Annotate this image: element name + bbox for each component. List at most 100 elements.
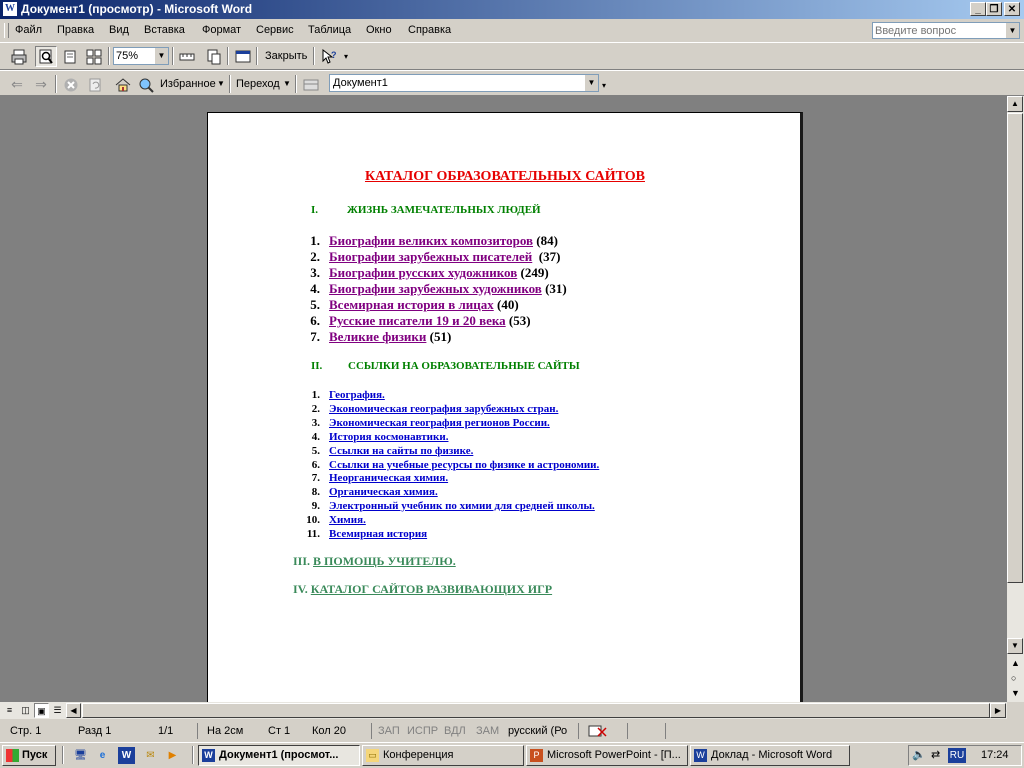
view-ruler-button[interactable] — [176, 46, 198, 67]
status-overtype[interactable]: ЗАМ — [476, 725, 499, 737]
zoom-select[interactable]: 75% ▼ — [113, 47, 169, 65]
context-help-button[interactable]: ? — [318, 46, 340, 67]
internet-explorer-icon[interactable]: e — [94, 747, 111, 764]
link-chemistry-textbook[interactable]: Электронный учебник по химии для средней… — [329, 500, 595, 512]
menu-format[interactable]: Формат — [202, 24, 241, 36]
status-track-changes[interactable]: ИСПР — [407, 725, 438, 737]
scroll-down-arrow-icon[interactable]: ▼ — [1007, 638, 1023, 654]
link-teacher-help[interactable]: В ПОМОЩЬ УЧИТЕЛЮ. — [313, 554, 456, 568]
document-page[interactable]: КАТАЛОГ ОБРАЗОВАТЕЛЬНЫХ САЙТОВ I. ЖИЗНЬ … — [207, 112, 803, 702]
vertical-scrollbar[interactable]: ▲ ▼ ▲ ○ ▼ — [1007, 96, 1024, 702]
help-question-input[interactable] — [875, 23, 1003, 38]
outline-view-icon[interactable]: ☰ — [50, 703, 65, 718]
language-indicator[interactable]: RU — [948, 748, 966, 763]
web-layout-view-icon[interactable]: ◫ — [18, 703, 33, 718]
full-screen-button[interactable] — [232, 46, 254, 67]
link-games-catalog[interactable]: КАТАЛОГ САЙТОВ РАЗВИВАЮЩИХ ИГР — [311, 582, 552, 596]
horizontal-scrollbar[interactable]: ≡ ◫ ▣ ☰ ◀ ▶ — [0, 702, 1007, 719]
restore-button[interactable]: ❐ — [986, 2, 1002, 16]
link-physics-sites[interactable]: Ссылки на сайты по физике. — [329, 445, 473, 457]
menu-view[interactable]: Вид — [109, 24, 129, 36]
next-page-icon[interactable]: ▼ — [1011, 688, 1020, 698]
network-icon[interactable]: ⇄ — [931, 748, 940, 761]
menu-file[interactable]: Файл — [15, 24, 42, 36]
link-organic-chemistry[interactable]: Органическая химия. — [329, 486, 438, 498]
stop-button[interactable] — [60, 74, 82, 95]
spelling-status-icon[interactable] — [588, 724, 608, 741]
vertical-scroll-thumb[interactable] — [1007, 113, 1023, 583]
menu-tools[interactable]: Сервис — [256, 24, 294, 36]
help-dropdown-arrow-icon[interactable]: ▼ — [1006, 23, 1019, 38]
link-foreign-writers[interactable]: Биографии зарубежных писателей — [329, 249, 532, 264]
toolbar-options-icon[interactable]: ▾ — [602, 81, 606, 90]
back-button[interactable]: ⇐ — [6, 74, 28, 95]
multiple-pages-button[interactable] — [83, 46, 105, 67]
menu-grip[interactable] — [4, 23, 9, 38]
link-chemistry[interactable]: Химия. — [329, 514, 366, 526]
status-record-macro[interactable]: ЗАП — [378, 725, 400, 737]
one-page-button[interactable] — [59, 46, 81, 67]
start-button[interactable]: Пуск — [2, 745, 56, 766]
link-cosmonautics-history[interactable]: История космонавтики. — [329, 431, 448, 443]
address-dropdown-arrow-icon[interactable]: ▼ — [585, 75, 598, 91]
horizontal-scroll-thumb[interactable] — [82, 703, 990, 718]
normal-view-icon[interactable]: ≡ — [2, 703, 17, 718]
link-economic-geography-foreign[interactable]: Экономическая география зарубежных стран… — [329, 403, 558, 415]
refresh-button[interactable] — [84, 74, 106, 95]
link-economic-geography-russia[interactable]: Экономическая география регионов России. — [329, 417, 550, 429]
status-extend[interactable]: ВДЛ — [444, 725, 466, 737]
menu-edit[interactable]: Правка — [57, 24, 94, 36]
home-button[interactable] — [112, 74, 134, 95]
search-web-button[interactable] — [135, 74, 157, 95]
link-physics-astronomy-resources[interactable]: Ссылки на учебные ресурсы по физике и ас… — [329, 459, 599, 471]
volume-icon[interactable]: 🔈 — [912, 748, 926, 761]
go-menu[interactable]: Переход — [236, 78, 280, 90]
link-world-history[interactable]: Всемирная история — [329, 528, 427, 540]
link-great-physicists[interactable]: Великие физики — [329, 329, 426, 344]
print-button[interactable] — [8, 46, 30, 67]
word-app-icon[interactable]: W — [3, 2, 17, 16]
list-number: 6. — [311, 459, 320, 471]
menu-help[interactable]: Справка — [408, 24, 451, 36]
outlook-quicklaunch-icon[interactable]: ✉ — [142, 747, 159, 764]
window-title: Документ1 (просмотр) - Microsoft Word — [21, 2, 253, 16]
shrink-to-fit-button[interactable] — [203, 46, 225, 67]
menu-window[interactable]: Окно — [366, 24, 392, 36]
scroll-right-arrow-icon[interactable]: ▶ — [990, 703, 1006, 718]
magnifier-button[interactable] — [35, 46, 57, 67]
task-document1[interactable]: W Документ1 (просмот... — [198, 745, 360, 766]
link-inorganic-chemistry[interactable]: Неорганическая химия. — [329, 472, 448, 484]
scroll-left-arrow-icon[interactable]: ◀ — [66, 703, 81, 718]
task-report-word[interactable]: W Доклад - Microsoft Word — [690, 745, 850, 766]
minimize-button[interactable]: _ — [970, 2, 986, 16]
task-conference-folder[interactable]: ▭ Конференция — [362, 745, 524, 766]
link-foreign-artists[interactable]: Биографии зарубежных художников — [329, 281, 542, 296]
link-composers[interactable]: Биографии великих композиторов — [329, 233, 533, 248]
toolbar-options-icon[interactable]: ▾ — [344, 52, 348, 61]
menu-table[interactable]: Таблица — [308, 24, 351, 36]
menu-insert[interactable]: Вставка — [144, 24, 185, 36]
select-browse-object-icon[interactable]: ○ — [1011, 673, 1016, 683]
show-only-web-toolbar-button[interactable] — [300, 74, 322, 95]
show-desktop-icon[interactable]: 🖥 — [72, 747, 89, 764]
close-window-button[interactable]: ✕ — [1004, 2, 1020, 16]
link-world-history-faces[interactable]: Всемирная история в лицах — [329, 297, 494, 312]
favorites-menu[interactable]: Избранное — [160, 78, 216, 90]
close-preview-button[interactable]: Закрыть — [265, 50, 307, 62]
print-layout-view-icon[interactable]: ▣ — [34, 703, 49, 718]
scroll-up-arrow-icon[interactable]: ▲ — [1007, 96, 1023, 112]
address-field[interactable]: Документ1 ▼ — [329, 74, 599, 92]
go-dropdown-icon[interactable]: ▼ — [283, 79, 291, 88]
help-question-box[interactable]: ▼ — [872, 22, 1020, 39]
link-russian-artists[interactable]: Биографии русских художников — [329, 265, 517, 280]
task-powerpoint[interactable]: P Microsoft PowerPoint - [П... — [526, 745, 688, 766]
zoom-dropdown-arrow-icon[interactable]: ▼ — [155, 48, 168, 64]
section4: IV. КАТАЛОГ САЙТОВ РАЗВИВАЮЩИХ ИГР — [293, 582, 552, 597]
link-geography[interactable]: География. — [329, 389, 385, 401]
word-quicklaunch-icon[interactable]: W — [118, 747, 135, 764]
media-player-icon[interactable]: ▶ — [164, 747, 181, 764]
forward-button[interactable]: ⇒ — [30, 74, 52, 95]
link-russian-writers[interactable]: Русские писатели 19 и 20 века — [329, 313, 506, 328]
favorites-dropdown-icon[interactable]: ▼ — [217, 79, 225, 88]
previous-page-icon[interactable]: ▲ — [1011, 658, 1020, 668]
